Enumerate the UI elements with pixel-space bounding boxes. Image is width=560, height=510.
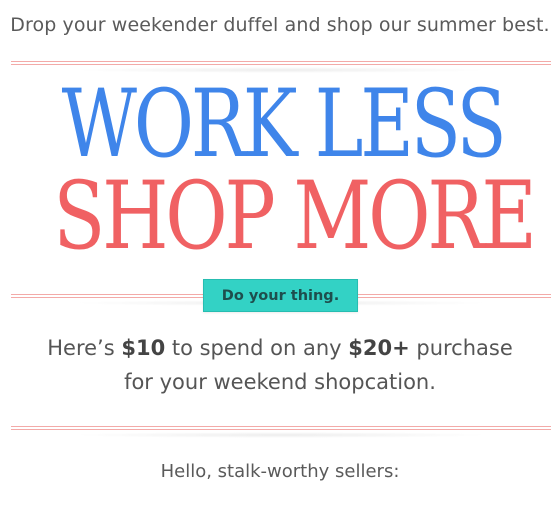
offer-text: Here’s $10 to spend on any $20+ purchase… (0, 331, 560, 399)
hero-headline-line1: WORK LESS (61, 70, 507, 179)
divider (11, 426, 551, 438)
greeting-text: Hello, stalk-worthy sellers: (160, 461, 400, 482)
offer-amount: $10 (121, 336, 166, 360)
offer-minimum: $20+ (348, 336, 410, 360)
offer-line1: Here’s $10 to spend on any $20+ purchase (0, 331, 560, 365)
preheader-text: Drop your weekender duffel and shop our … (10, 14, 550, 36)
hero-headline-line2: SHOP MORE (53, 162, 537, 271)
offer-text-part: to spend on any (165, 336, 349, 360)
offer-text-part: purchase (409, 336, 513, 360)
offer-line2: for your weekend shopcation. (124, 370, 436, 394)
email-body: Drop your weekender duffel and shop our … (0, 0, 560, 510)
divider (11, 61, 551, 73)
offer-text-part: Here’s (47, 336, 122, 360)
do-your-thing-button[interactable]: Do your thing. (203, 279, 358, 312)
